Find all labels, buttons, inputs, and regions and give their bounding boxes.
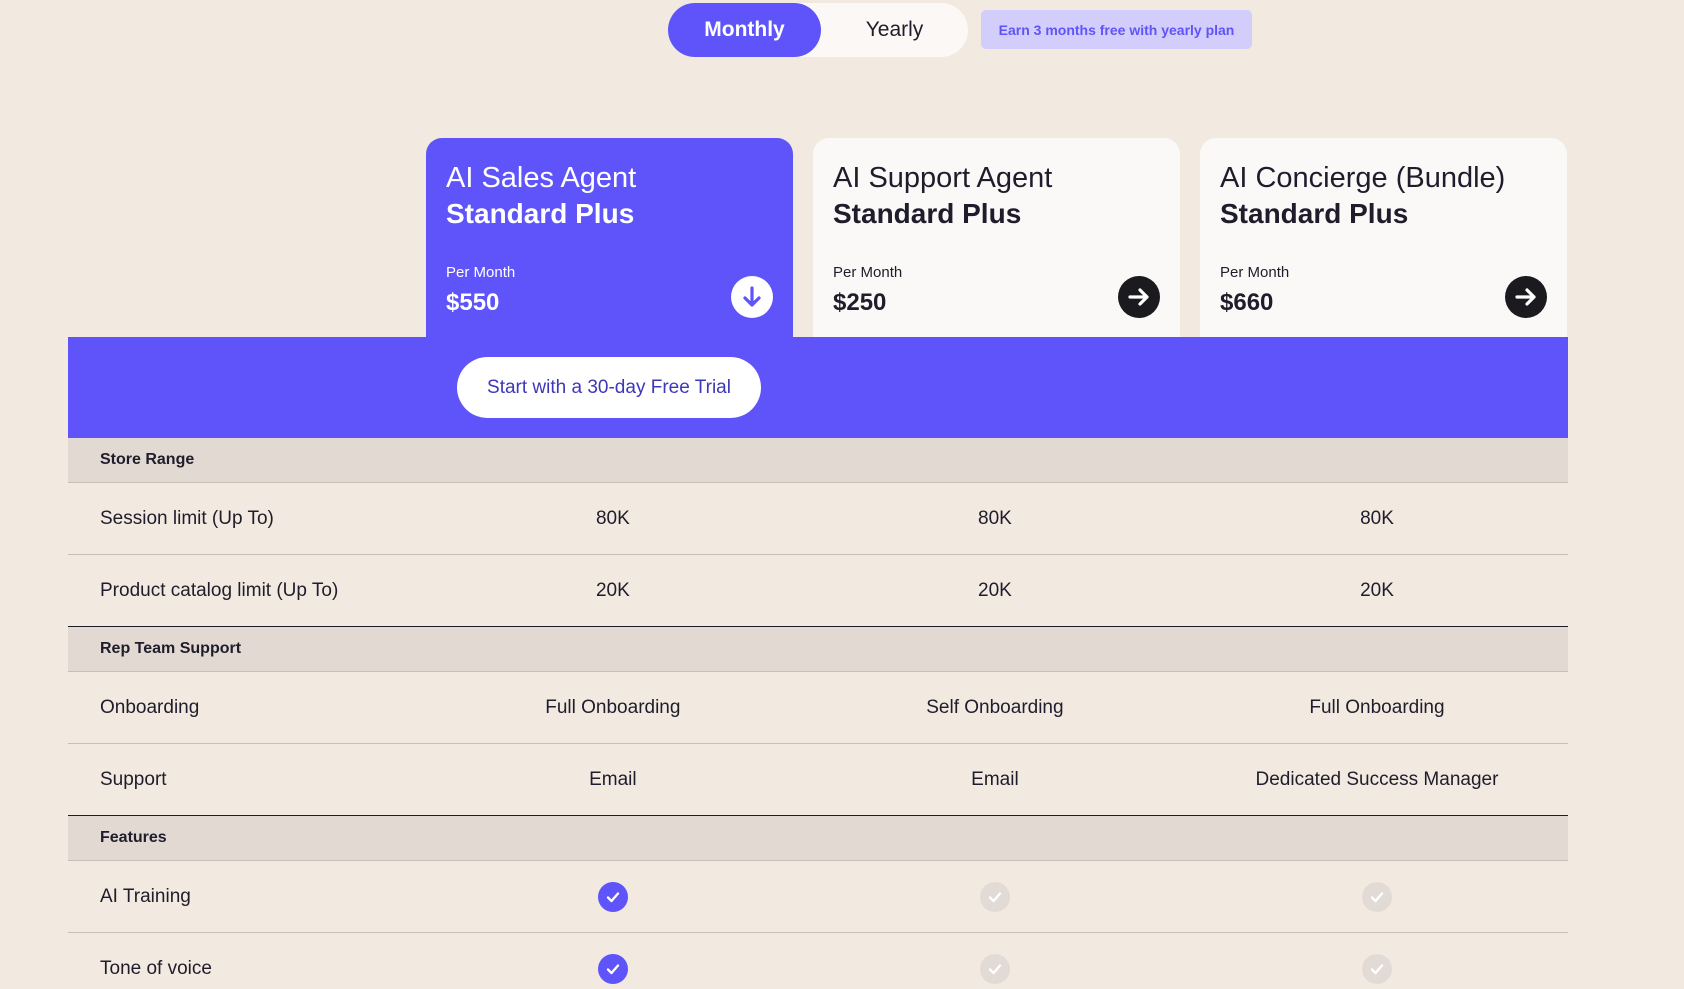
table-cell: Email bbox=[971, 768, 1019, 790]
table-cell bbox=[804, 881, 1186, 912]
plan-tier: Standard Plus bbox=[833, 198, 1022, 229]
table-cell: Email bbox=[589, 768, 637, 790]
check-circle-icon bbox=[979, 881, 1010, 912]
plan-card-support-agent: AI Support Agent Standard Plus Per Month… bbox=[813, 138, 1180, 338]
comparison-table: Store Range Session limit (Up To) 80K 80… bbox=[68, 438, 1568, 989]
table-cell: 20K bbox=[978, 579, 1012, 601]
check-circle-icon bbox=[1361, 953, 1392, 984]
free-trial-button[interactable]: Start with a 30-day Free Trial bbox=[457, 357, 761, 418]
table-row: Product catalog limit (Up To) 20K 20K 20… bbox=[68, 555, 1568, 627]
plan-card-sales-agent: AI Sales Agent Standard Plus Per Month $… bbox=[426, 138, 793, 338]
table-row: Onboarding Full Onboarding Self Onboardi… bbox=[68, 672, 1568, 744]
plan-title: AI Concierge (Bundle) bbox=[1220, 162, 1506, 194]
table-cell: 80K bbox=[978, 507, 1012, 529]
plan-period: Per Month bbox=[1220, 264, 1290, 281]
table-cell bbox=[804, 953, 1186, 984]
row-label: Session limit (Up To) bbox=[100, 507, 274, 529]
row-label: Support bbox=[100, 768, 167, 790]
table-cell: Self Onboarding bbox=[926, 696, 1064, 718]
plan-price: $660 bbox=[1220, 289, 1274, 316]
table-cell: 80K bbox=[1360, 507, 1394, 529]
section-header-store-range: Store Range bbox=[68, 438, 1568, 483]
table-cell bbox=[422, 953, 804, 984]
monthly-toggle-option[interactable]: Monthly bbox=[668, 3, 821, 57]
section-header-rep-team-support: Rep Team Support bbox=[68, 627, 1568, 672]
table-cell bbox=[422, 881, 804, 912]
section-header-features: Features bbox=[68, 816, 1568, 861]
check-circle-icon bbox=[1361, 881, 1392, 912]
row-label: Product catalog limit (Up To) bbox=[100, 579, 339, 601]
table-cell bbox=[1186, 881, 1568, 912]
row-label: AI Training bbox=[100, 885, 191, 907]
table-row: Session limit (Up To) 80K 80K 80K bbox=[68, 483, 1568, 555]
yearly-toggle-option[interactable]: Yearly bbox=[821, 3, 968, 57]
check-circle-icon bbox=[597, 881, 628, 912]
arrow-down-icon[interactable] bbox=[731, 276, 773, 318]
plan-period: Per Month bbox=[446, 264, 516, 281]
plan-cta-band: Start with a 30-day Free Trial bbox=[68, 337, 1568, 438]
billing-toggle: Monthly Yearly bbox=[668, 3, 968, 57]
plan-card-concierge-bundle: AI Concierge (Bundle) Standard Plus Per … bbox=[1200, 138, 1567, 338]
table-cell: 20K bbox=[595, 579, 630, 601]
table-row: AI Training bbox=[68, 861, 1568, 933]
table-row: Tone of voice bbox=[68, 933, 1568, 989]
plan-price: $250 bbox=[833, 289, 887, 316]
plan-tier: Standard Plus bbox=[446, 198, 635, 229]
table-row: Support Email Email Dedicated Success Ma… bbox=[68, 744, 1568, 816]
check-circle-icon bbox=[979, 953, 1010, 984]
table-cell: 80K bbox=[595, 507, 630, 529]
table-cell: 20K bbox=[1360, 579, 1394, 601]
plan-tier: Standard Plus bbox=[1220, 198, 1409, 229]
table-cell: Dedicated Success Manager bbox=[1255, 768, 1499, 790]
plan-price: $550 bbox=[446, 289, 500, 316]
row-label: Tone of voice bbox=[100, 957, 212, 979]
table-cell bbox=[1186, 953, 1568, 984]
arrow-right-icon[interactable] bbox=[1118, 276, 1160, 318]
table-cell: Full Onboarding bbox=[1309, 696, 1445, 718]
plan-title: AI Sales Agent bbox=[446, 162, 637, 194]
arrow-right-icon[interactable] bbox=[1505, 276, 1547, 318]
check-circle-icon bbox=[597, 953, 628, 984]
row-label: Onboarding bbox=[100, 696, 200, 718]
yearly-promo-badge: Earn 3 months free with yearly plan bbox=[981, 10, 1252, 49]
plan-title: AI Support Agent bbox=[833, 162, 1053, 194]
plan-period: Per Month bbox=[833, 264, 903, 281]
table-cell: Full Onboarding bbox=[545, 696, 681, 718]
